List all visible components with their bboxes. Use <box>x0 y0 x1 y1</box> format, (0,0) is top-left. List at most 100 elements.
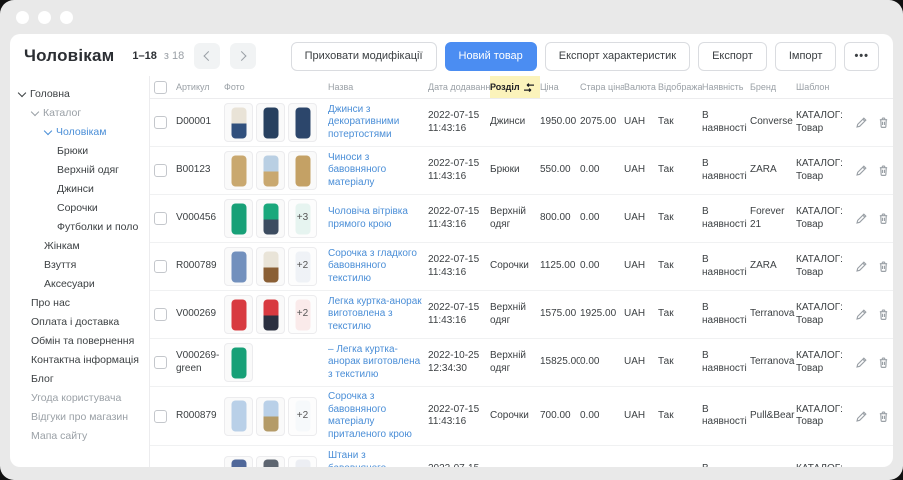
sidebar-item[interactable]: Джинси <box>10 179 149 198</box>
window-dot[interactable] <box>38 11 51 24</box>
more-photos-badge: +3 <box>289 200 316 237</box>
old-price-cell: 0.00 <box>580 352 624 373</box>
sidebar-item-label: Каталог <box>43 107 81 119</box>
column-header[interactable]: Фото <box>224 82 328 92</box>
column-header[interactable]: Розділ <box>490 76 540 98</box>
column-header[interactable]: Ціна <box>540 82 580 92</box>
delete-icon[interactable] <box>877 410 890 423</box>
sidebar-item[interactable]: Аксесуари <box>10 274 149 293</box>
new-product-button[interactable]: Новий товар <box>445 42 537 71</box>
sidebar-item[interactable]: Головна <box>10 84 149 103</box>
column-header[interactable]: Артикул <box>176 82 224 92</box>
currency-cell: UAH <box>624 465 658 467</box>
next-page-button[interactable] <box>230 43 256 69</box>
sidebar-item[interactable]: Про нас <box>10 293 149 312</box>
availability-cell: В наявності <box>702 298 750 331</box>
sidebar-item[interactable]: Мапа сайту <box>10 426 149 445</box>
table-body: D00001 Джинси з декоративними потертостя… <box>150 99 893 467</box>
delete-icon[interactable] <box>877 308 890 321</box>
product-photo: +2 <box>288 295 317 334</box>
products-table: АртикулФотоНазваДата додаванняРозділЦіна… <box>150 76 893 467</box>
row-checkbox[interactable] <box>154 308 167 321</box>
row-checkbox[interactable] <box>154 260 167 273</box>
column-header[interactable]: Дата додавання <box>428 82 490 92</box>
template-cell: КАТАЛОГ: Товар <box>796 346 854 379</box>
export-characteristics-button[interactable]: Експорт характеристик <box>545 42 690 71</box>
sidebar-item[interactable]: Сорочки <box>10 198 149 217</box>
sidebar-item[interactable]: Каталог <box>10 103 149 122</box>
delete-icon[interactable] <box>877 164 890 177</box>
display-cell: Так <box>658 112 702 133</box>
sidebar-item-label: Головна <box>30 88 70 100</box>
delete-icon[interactable] <box>877 116 890 129</box>
column-header[interactable]: Назва <box>328 82 428 92</box>
edit-icon[interactable] <box>855 116 868 129</box>
product-photo: +2 <box>288 247 317 286</box>
sidebar-item[interactable]: Футболки и поло <box>10 217 149 236</box>
sidebar-item[interactable]: Взуття <box>10 255 149 274</box>
select-all-checkbox[interactable] <box>154 81 167 94</box>
hide-modifications-button[interactable]: Приховати модифікації <box>291 42 437 71</box>
product-name-link[interactable]: – Легка куртка-анорак виготовлена з текс… <box>328 344 423 382</box>
window-dot[interactable] <box>16 11 29 24</box>
row-checkbox[interactable] <box>154 164 167 177</box>
edit-icon[interactable] <box>855 164 868 177</box>
product-name-link[interactable]: Чоловіча вітрівка прямого крою <box>328 206 423 231</box>
old-price-cell: 750.00 <box>580 465 624 467</box>
product-photo <box>224 151 253 190</box>
column-header[interactable]: Стара ціна <box>580 82 624 92</box>
column-header[interactable]: Відображати <box>658 82 702 92</box>
sidebar-item[interactable]: Відгуки про магазин <box>10 407 149 426</box>
row-checkbox[interactable] <box>154 116 167 129</box>
product-name-link[interactable]: Сорочка з гладкого бавовняного текстилю <box>328 248 423 286</box>
edit-icon[interactable] <box>855 356 868 369</box>
product-name-link[interactable]: Штани з бавовняного матеріалу прямого кр… <box>328 450 423 467</box>
sidebar-item[interactable]: Жінкам <box>10 236 149 255</box>
delete-icon[interactable] <box>877 356 890 369</box>
table-row: R000879 +2 Сорочка з бавовняного матеріа… <box>150 387 893 446</box>
column-header[interactable]: Наявність <box>702 82 750 92</box>
sidebar-item[interactable]: Верхній одяг <box>10 160 149 179</box>
sidebar-item-label: Футболки и поло <box>57 221 138 233</box>
sidebar-item[interactable]: Контактна інформація <box>10 350 149 369</box>
product-name-link[interactable]: Легка куртка-анорак виготовлена з тексти… <box>328 296 423 334</box>
window-dot[interactable] <box>60 11 73 24</box>
sidebar-item[interactable]: Обмін та повернення <box>10 331 149 350</box>
delete-icon[interactable] <box>877 212 890 225</box>
column-header[interactable]: Бренд <box>750 82 796 92</box>
sku-cell: V000456 <box>176 208 224 229</box>
edit-icon[interactable] <box>855 308 868 321</box>
sidebar-item[interactable]: Брюки <box>10 141 149 160</box>
import-button[interactable]: Імпорт <box>775 42 837 71</box>
edit-icon[interactable] <box>855 212 868 225</box>
more-photos-badge: +2 <box>289 457 316 468</box>
product-photo <box>256 199 285 238</box>
availability-cell: В наявності <box>702 154 750 187</box>
template-cell: КАТАЛОГ: Товар <box>796 400 854 433</box>
product-name-link[interactable]: Джинси з декоративними потертостями <box>328 104 423 142</box>
more-actions-button[interactable]: ••• <box>844 42 879 71</box>
column-header[interactable]: Валюта <box>624 82 658 92</box>
brand-cell: ZARA <box>750 160 796 181</box>
product-name-link[interactable]: Чиноси з бавовняного матеріалу <box>328 152 423 190</box>
export-button[interactable]: Експорт <box>698 42 767 71</box>
edit-icon[interactable] <box>855 260 868 273</box>
row-checkbox[interactable] <box>154 356 167 369</box>
delete-icon[interactable] <box>877 260 890 273</box>
photos-cell <box>224 147 328 194</box>
sidebar-item[interactable]: Блог <box>10 369 149 388</box>
edit-icon[interactable] <box>855 410 868 423</box>
row-checkbox[interactable] <box>154 212 167 225</box>
brand-cell: Terranova <box>750 304 796 325</box>
product-photo <box>224 343 253 382</box>
sidebar-item-label: Відгуки про магазин <box>31 411 128 423</box>
prev-page-button[interactable] <box>194 43 220 69</box>
sidebar-item[interactable]: Угода користувача <box>10 388 149 407</box>
product-name-link[interactable]: Сорочка з бавовняного матеріалу притален… <box>328 391 423 441</box>
photos-cell: +3 <box>224 195 328 242</box>
row-checkbox[interactable] <box>154 410 167 423</box>
date-added-cell: 2022-07-1511:43:16 <box>428 106 490 139</box>
sidebar-item[interactable]: Чоловікам <box>10 122 149 141</box>
sidebar-item[interactable]: Оплата і доставка <box>10 312 149 331</box>
column-header[interactable]: Шаблон <box>796 82 854 92</box>
